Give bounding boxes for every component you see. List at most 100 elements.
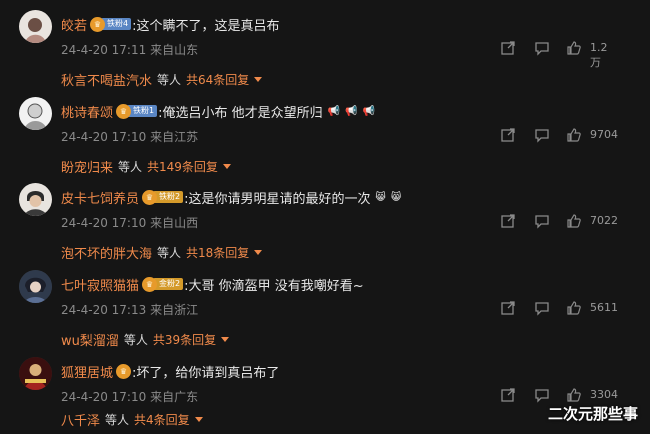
thumbs-up-icon[interactable] (566, 387, 582, 403)
chevron-down-icon[interactable] (194, 416, 203, 422)
crown-icon: ♛ (90, 16, 106, 32)
username[interactable]: 桃诗春颂 (61, 102, 113, 121)
comment-location: 来自广东 (150, 390, 199, 404)
comment-header: 狐狸居城 ♛ :坏了，给你请到真吕布了 (61, 361, 279, 381)
share-icon[interactable] (500, 127, 516, 143)
comment-date: 24-4-20 17:10 (61, 130, 147, 144)
comment-location: 来自江苏 (150, 130, 199, 144)
username[interactable]: 狐狸居城 (61, 362, 113, 381)
thumbs-up-icon[interactable] (566, 40, 582, 56)
username[interactable]: 七叶寂照猫猫 (61, 275, 139, 294)
reply-username[interactable]: wu梨溜溜 (61, 330, 119, 349)
comment-header: 皎若 ♛ 铁粉4 :这个瞒不了，这是真吕布 (61, 14, 280, 34)
share-icon[interactable] (500, 40, 516, 56)
fan-level-tag: 铁粉2 (153, 191, 184, 203)
megaphone-emoji: 📢 (327, 105, 341, 117)
reply-username[interactable]: 泡不坏的胖大海 (61, 243, 152, 262)
reply-etc: 等人 (157, 245, 182, 260)
fan-badge: ♛ 铁粉1 (116, 103, 158, 119)
fan-level-tag: 铁粉4 (101, 18, 132, 30)
comment-icon[interactable] (534, 387, 550, 403)
comment-header: 桃诗春颂 ♛ 铁粉1 :俺选吕小布 他才是众望所归 📢 📢 📢 (61, 101, 375, 121)
avatar[interactable] (19, 10, 52, 43)
share-icon[interactable] (500, 300, 516, 316)
fan-level-tag: 金粉2 (153, 278, 184, 290)
share-icon[interactable] (500, 387, 516, 403)
chevron-down-icon[interactable] (254, 249, 263, 255)
replies-summary[interactable]: 秋言不喝盐汽水 等人 共64条回复 (61, 69, 263, 89)
comment-meta: 24-4-20 17:10 来自广东 (61, 388, 198, 405)
replies-summary[interactable]: 盼宠归来 等人 共149条回复 (61, 156, 231, 176)
reply-count[interactable]: 共64条回复 (186, 71, 249, 88)
cat-emoji: 😸 (375, 191, 386, 203)
reply-etc: 等人 (157, 72, 182, 87)
comment-icon[interactable] (534, 213, 550, 229)
reply-username[interactable]: 秋言不喝盐汽水 (61, 70, 152, 89)
comment-date: 24-4-20 17:10 (61, 390, 147, 404)
chevron-down-icon[interactable] (254, 76, 263, 82)
reply-etc: 等人 (118, 159, 143, 174)
crown-icon: ♛ (116, 103, 132, 119)
chevron-down-icon[interactable] (222, 163, 231, 169)
comment-location: 来自山东 (150, 43, 199, 57)
comment-header: 皮卡七饲养员 ♛ 铁粉2 :这是你请男明星请的最好的一次 😸 😸 (61, 187, 401, 207)
fan-badge: ♛ 金粉2 (142, 276, 184, 292)
watermark: 二次元那些事 (547, 405, 638, 423)
comment-meta: 24-4-20 17:10 来自山西 (61, 214, 198, 231)
replies-summary[interactable]: 泡不坏的胖大海 等人 共18条回复 (61, 242, 263, 262)
comment-icon[interactable] (534, 40, 550, 56)
replies-summary[interactable]: 八千泽 等人 共4条回复 (61, 409, 203, 429)
reply-count[interactable]: 共4条回复 (134, 411, 190, 428)
fan-badge: ♛ 铁粉4 (90, 16, 132, 32)
replies-summary[interactable]: wu梨溜溜 等人 共39条回复 (61, 329, 230, 349)
megaphone-emoji: 📢 (345, 105, 358, 117)
reply-username[interactable]: 盼宠归来 (61, 157, 113, 176)
comment-text: :这是你请男明星请的最好的一次 (184, 191, 371, 207)
comment-text: :这个瞒不了，这是真吕布 (132, 18, 280, 34)
like-count: 3304 (590, 388, 618, 401)
avatar[interactable] (19, 357, 52, 390)
cat-emoji: 😸 (390, 191, 402, 203)
comment-location: 来自浙江 (150, 303, 199, 317)
fan-badge: ♛ (116, 363, 132, 379)
reply-count[interactable]: 共39条回复 (153, 331, 216, 348)
like-count: 1.2万 (590, 41, 608, 69)
thumbs-up-icon[interactable] (566, 127, 582, 143)
reply-etc: 等人 (105, 412, 130, 427)
comment-header: 七叶寂照猫猫 ♛ 金粉2 :大哥 你滴盔甲 没有我嘲好看~ (61, 274, 364, 294)
comment-icon[interactable] (534, 300, 550, 316)
fan-badge: ♛ 铁粉2 (142, 189, 184, 205)
username[interactable]: 皎若 (61, 15, 87, 34)
avatar[interactable] (19, 183, 52, 216)
fan-level-tag: 铁粉1 (127, 105, 158, 117)
comment-icon[interactable] (534, 127, 550, 143)
megaphone-emoji: 📢 (362, 105, 375, 117)
chevron-down-icon[interactable] (221, 336, 230, 342)
crown-icon: ♛ (142, 276, 158, 292)
share-icon[interactable] (500, 213, 516, 229)
comment-meta: 24-4-20 17:11 来自山东 (61, 41, 198, 58)
comment-text: :坏了，给你请到真吕布了 (132, 365, 280, 381)
comment-date: 24-4-20 17:11 (61, 43, 147, 57)
reply-count[interactable]: 共18条回复 (186, 244, 249, 261)
comment-location: 来自山西 (150, 216, 199, 230)
comment-meta: 24-4-20 17:13 来自浙江 (61, 301, 198, 318)
username[interactable]: 皮卡七饲养员 (61, 188, 139, 207)
comment-date: 24-4-20 17:10 (61, 216, 147, 230)
like-count: 9704 (590, 128, 618, 141)
like-count: 5611 (590, 301, 618, 314)
comment-text: :大哥 你滴盔甲 没有我嘲好看~ (184, 278, 364, 294)
crown-icon: ♛ (116, 363, 132, 379)
reply-etc: 等人 (123, 332, 148, 347)
thumbs-up-icon[interactable] (566, 213, 582, 229)
comment-text: :俺选吕小布 他才是众望所归 (158, 105, 323, 121)
like-count: 7022 (590, 214, 618, 227)
avatar[interactable] (19, 97, 52, 130)
crown-icon: ♛ (142, 189, 158, 205)
reply-count[interactable]: 共149条回复 (147, 158, 218, 175)
comment-meta: 24-4-20 17:10 来自江苏 (61, 128, 198, 145)
avatar[interactable] (19, 270, 52, 303)
comment-date: 24-4-20 17:13 (61, 303, 147, 317)
thumbs-up-icon[interactable] (566, 300, 582, 316)
reply-username[interactable]: 八千泽 (61, 410, 100, 429)
